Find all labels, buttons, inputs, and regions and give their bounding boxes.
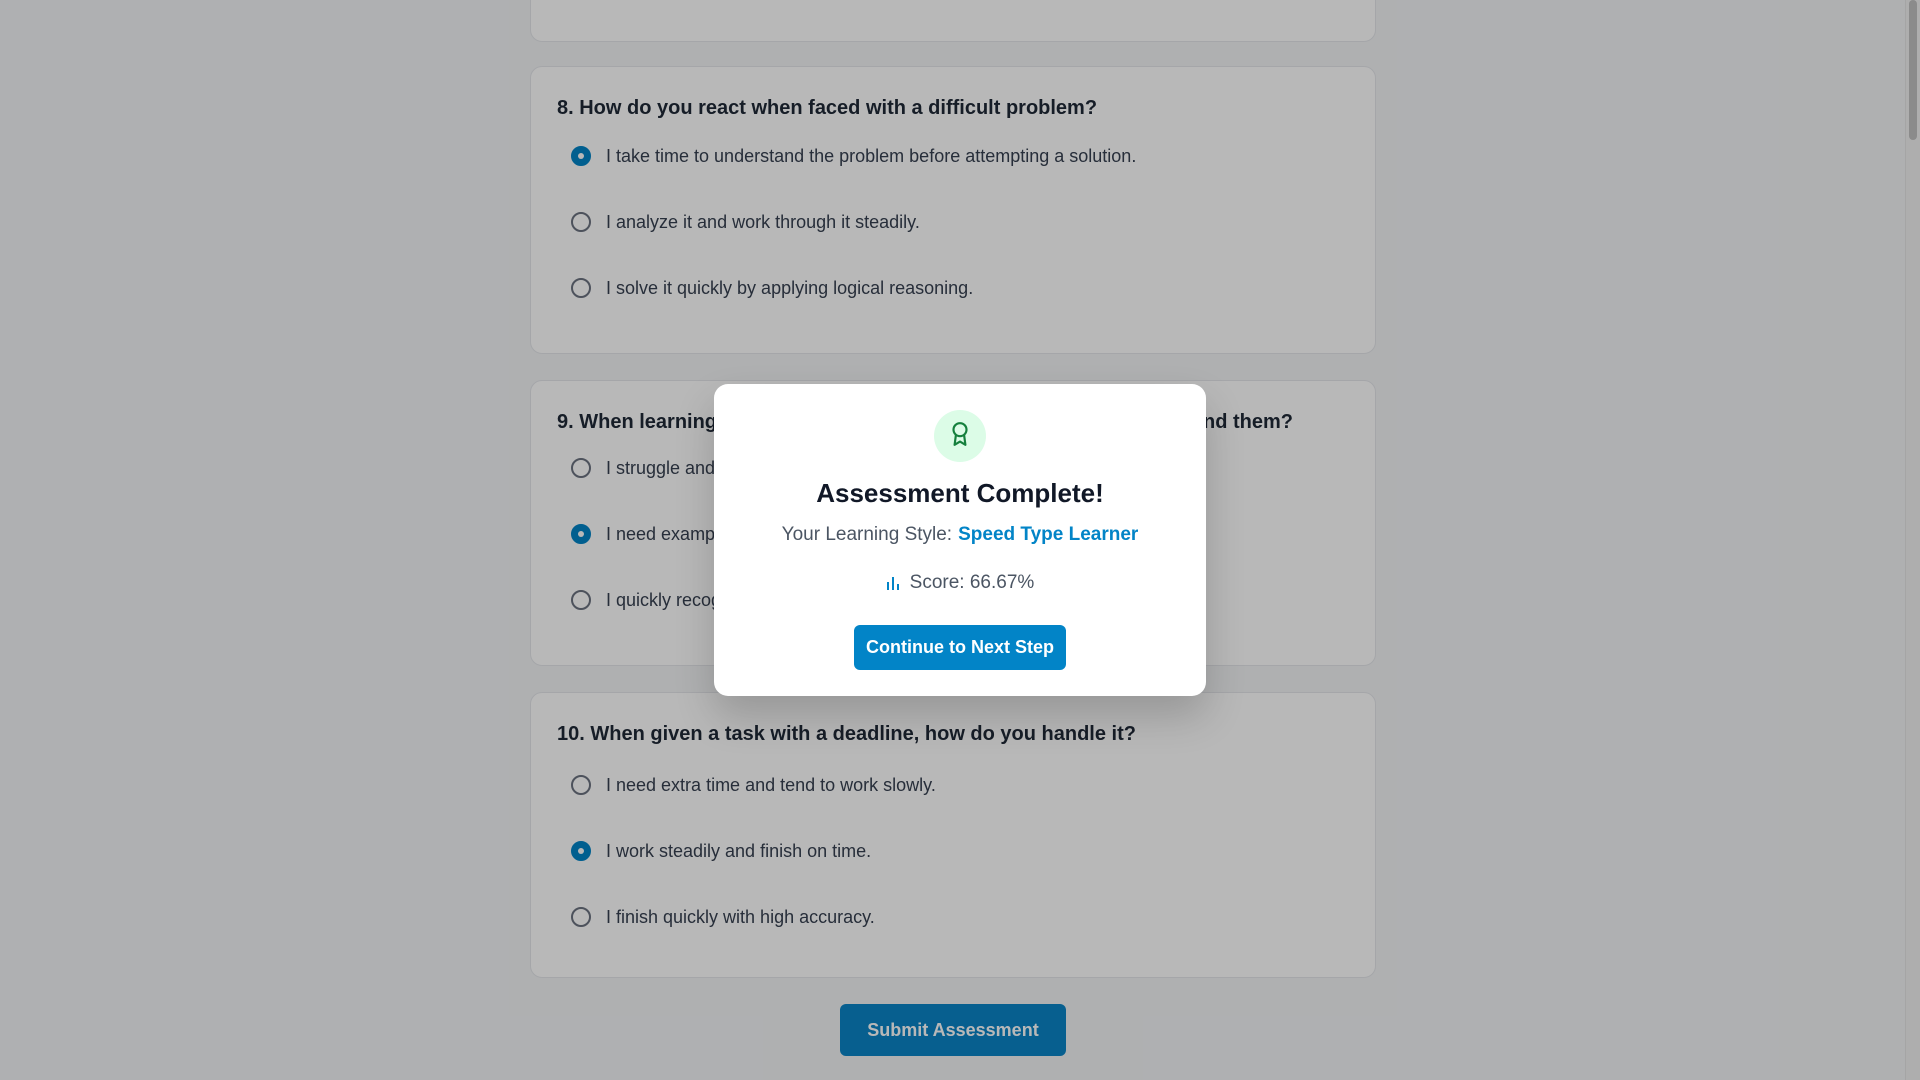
score-row: Score: 66.67% <box>714 572 1206 594</box>
learning-style-value: Speed Type Learner <box>958 524 1139 545</box>
score-text: Score: 66.67% <box>909 572 1035 593</box>
learning-style-row: Your Learning Style: Speed Type Learner <box>714 524 1206 546</box>
continue-button[interactable]: Continue to Next Step <box>854 625 1066 670</box>
learning-style-label: Your Learning Style: <box>781 524 953 545</box>
award-icon <box>947 421 973 452</box>
bar-chart-icon <box>886 575 900 591</box>
modal-title: Assessment Complete! <box>816 478 1104 508</box>
assessment-page: 8. How do you react when faced with a di… <box>0 0 1920 1080</box>
award-icon-badge <box>934 410 986 462</box>
assessment-complete-modal: Assessment Complete! Your Learning Style… <box>714 384 1206 696</box>
